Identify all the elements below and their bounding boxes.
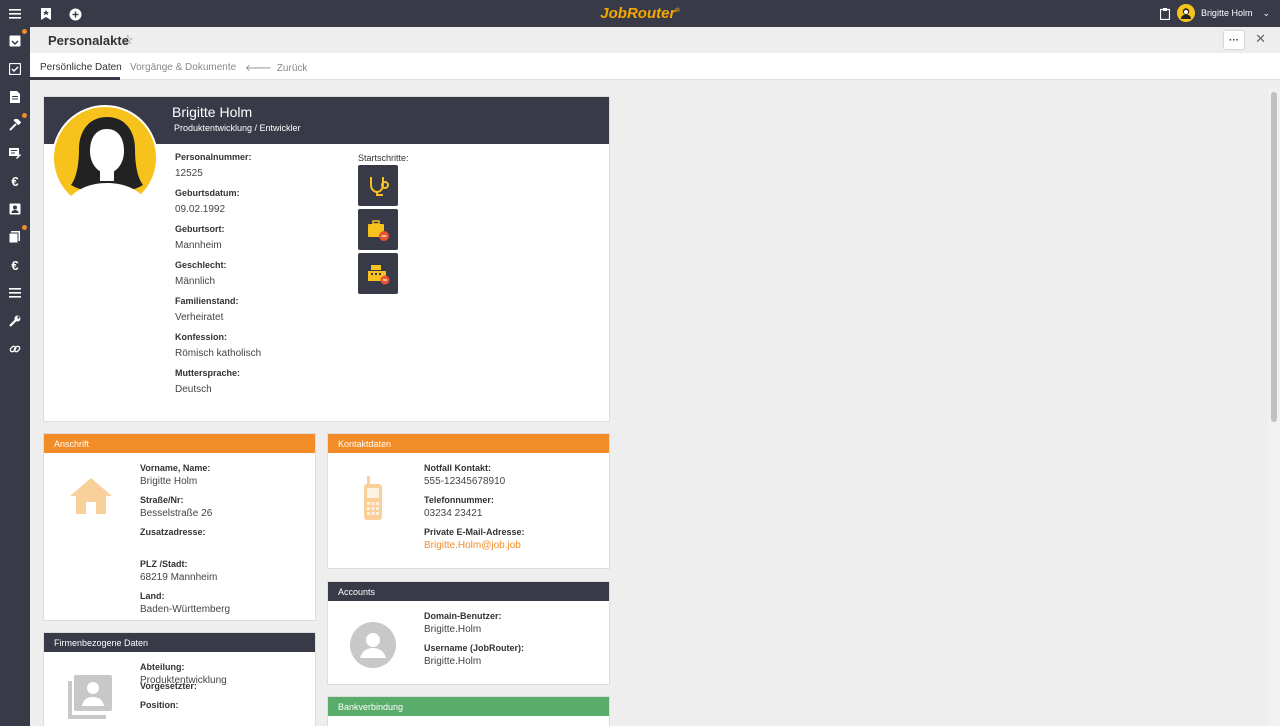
bank-card: Bankverbindung xyxy=(327,696,610,726)
mobile-phone-icon xyxy=(362,476,384,525)
clipboard-icon[interactable] xyxy=(1156,5,1174,23)
field-value: Brigitte.Holm xyxy=(424,656,482,667)
startschritte-label: Startschritte: xyxy=(358,153,409,163)
favorite-star-icon[interactable]: ☆ xyxy=(122,32,134,48)
vacation-suitcase-icon xyxy=(368,219,389,241)
link-icon[interactable] xyxy=(6,340,24,358)
field-label: Familienstand: xyxy=(175,296,239,306)
more-options-button[interactable]: ··· xyxy=(1224,31,1244,49)
field-label: Vorname, Name: xyxy=(140,463,211,473)
stethoscope-icon xyxy=(370,176,389,196)
field-label: Zusatzadresse: xyxy=(140,527,206,537)
kontakt-header: Kontaktdaten xyxy=(328,434,609,453)
start-step-sick-leave[interactable] xyxy=(358,165,398,206)
scrollbar-thumb[interactable] xyxy=(1271,92,1277,422)
euro-icon[interactable]: € xyxy=(6,172,24,190)
field-label: Private E-Mail-Adresse: xyxy=(424,527,525,537)
start-step-vacation[interactable] xyxy=(358,209,398,250)
field-label: Straße/Nr: xyxy=(140,495,184,505)
user-circle-icon xyxy=(350,622,396,671)
field-value: 12525 xyxy=(175,168,203,179)
field-label: Geburtsort: xyxy=(175,224,225,234)
field-label: Konfession: xyxy=(175,332,228,342)
hammer-icon[interactable] xyxy=(6,113,27,134)
kontakt-card: Kontaktdaten Notfall Kontakt: 555-1234567… xyxy=(327,433,610,569)
field-label: Notfall Kontakt: xyxy=(424,463,491,473)
checkbox-inbox-icon[interactable] xyxy=(6,60,24,78)
jobrouter-logo: JobRouter® xyxy=(600,5,680,22)
profile-card: Brigitte Holm Produktentwicklung / Entwi… xyxy=(43,96,610,422)
close-icon[interactable]: ✕ xyxy=(1255,31,1266,47)
user-name: Brigitte Holm xyxy=(1200,8,1253,18)
user-avatar xyxy=(1176,4,1195,22)
field-value: Männlich xyxy=(175,276,216,287)
user-menu[interactable]: Brigitte Holm ⌄ xyxy=(1176,4,1270,22)
sidebar: € € xyxy=(0,27,30,726)
field-label: Geburtsdatum: xyxy=(175,188,240,198)
field-label: Vorgesetzter: xyxy=(140,681,197,691)
top-bar: JobRouter® Brigitte Holm ⌄ xyxy=(0,0,1280,27)
tab-zurueck[interactable]: 🡐 Zurück xyxy=(245,62,307,74)
arrow-left-icon: 🡐 xyxy=(245,63,272,74)
wrench-icon[interactable] xyxy=(6,312,24,330)
page-title: Personalakte xyxy=(48,33,129,48)
page-header: Personalakte ☆ ··· ✕ xyxy=(30,27,1280,53)
edit-list-icon[interactable] xyxy=(6,144,24,162)
field-value: Brigitte.Holm xyxy=(424,624,482,635)
field-value: Brigitte Holm xyxy=(140,476,198,487)
document-icon[interactable] xyxy=(6,88,24,106)
profile-role: Produktentwicklung / Entwickler xyxy=(174,123,301,133)
house-icon xyxy=(68,476,114,519)
tab-persoenliche-daten[interactable]: Persönliche Daten xyxy=(40,62,122,73)
field-value: Baden-Württemberg xyxy=(140,604,231,615)
field-label: Telefonnummer: xyxy=(424,495,494,505)
euro-edit-icon[interactable]: € xyxy=(6,256,24,274)
accounts-header: Accounts xyxy=(328,582,609,601)
field-value: 555-12345678910 xyxy=(424,476,506,487)
field-label: Domain-Benutzer: xyxy=(424,611,502,621)
scrollbar[interactable] xyxy=(1268,88,1280,726)
start-step-expense[interactable] xyxy=(358,253,398,294)
bank-header: Bankverbindung xyxy=(328,697,609,716)
field-value: Mannheim xyxy=(175,240,222,251)
field-value: Deutsch xyxy=(175,384,212,395)
field-label: Personalnummer: xyxy=(175,152,252,162)
firma-header: Firmenbezogene Daten xyxy=(44,633,315,652)
field-value: 03234 23421 xyxy=(424,508,483,519)
email-link[interactable]: Brigitte.Holm@job.job xyxy=(424,540,521,551)
field-value: Besselstraße 26 xyxy=(140,508,213,519)
accounts-card: Accounts Domain-Benutzer: Brigitte.Holm Us… xyxy=(327,581,610,685)
field-value: Verheiratet xyxy=(175,312,224,323)
inbox-icon[interactable] xyxy=(6,29,27,50)
profile-name: Brigitte Holm xyxy=(172,104,253,120)
tab-bar: Persönliche Daten Vorgänge & Dokumente 🡐… xyxy=(30,53,1280,80)
field-value: Römisch katholisch xyxy=(175,348,262,359)
active-tab-indicator xyxy=(30,77,120,80)
cash-register-icon xyxy=(368,264,390,284)
contact-book-icon xyxy=(66,673,114,724)
chevron-down-icon: ⌄ xyxy=(1262,7,1270,18)
field-value: 09.02.1992 xyxy=(175,204,226,215)
anschrift-header: Anschrift xyxy=(44,434,315,453)
field-label: Abteilung: xyxy=(140,662,185,672)
anschrift-card: Anschrift Vorname, Name: Brigitte Holm Str… xyxy=(43,433,316,621)
field-value: 68219 Mannheim xyxy=(140,572,218,583)
field-label: Land: xyxy=(140,591,165,601)
tab-vorgaenge-dokumente[interactable]: Vorgänge & Dokumente xyxy=(130,62,236,73)
list-icon[interactable] xyxy=(6,284,24,302)
field-label: PLZ /Stadt: xyxy=(140,559,188,569)
contact-card-icon[interactable] xyxy=(6,200,24,218)
profile-avatar xyxy=(52,105,158,211)
field-label: Username (JobRouter): xyxy=(424,643,525,653)
documents-icon[interactable] xyxy=(6,225,27,246)
field-label: Position: xyxy=(140,700,179,710)
firma-card: Firmenbezogene Daten Abteilung: Produkten… xyxy=(43,632,316,726)
field-label: Geschlecht: xyxy=(175,260,227,270)
field-label: Muttersprache: xyxy=(175,368,241,378)
